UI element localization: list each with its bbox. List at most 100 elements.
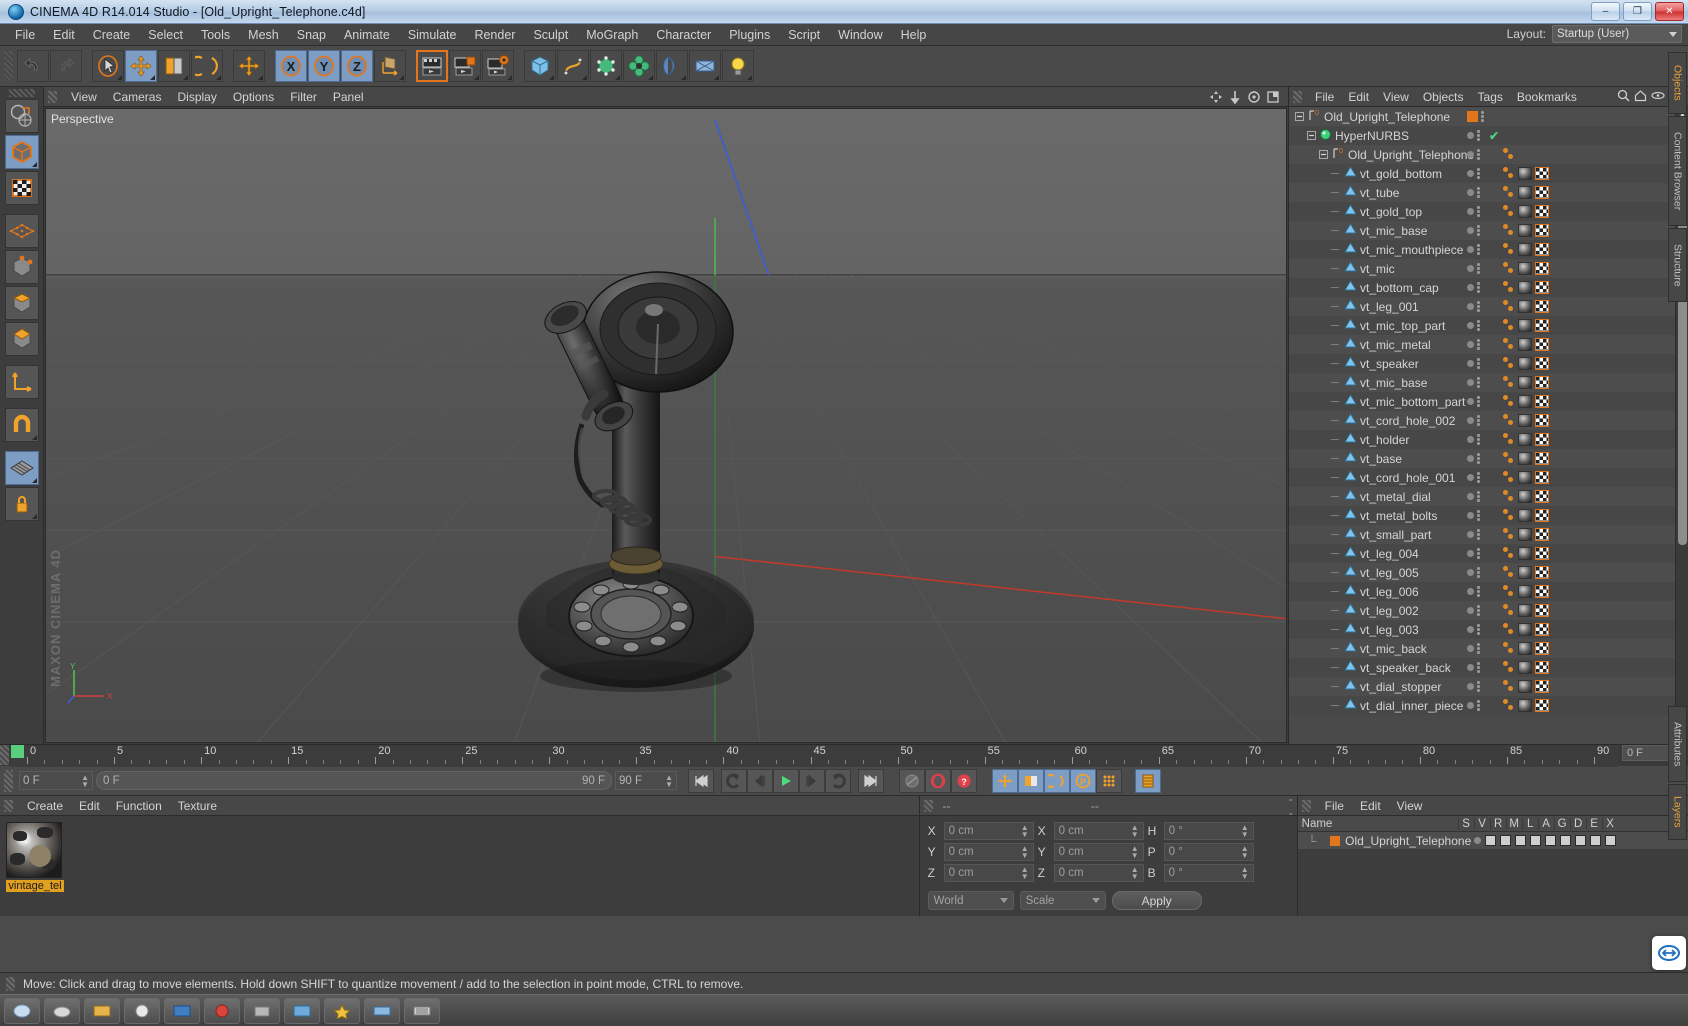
spinner-icon[interactable]: ▲ ▼ bbox=[1131, 845, 1139, 860]
om-menu-edit[interactable]: Edit bbox=[1341, 89, 1376, 105]
end-frame-field[interactable]: 90 F ▲ ▼ bbox=[615, 771, 677, 790]
visibility-dot[interactable] bbox=[1467, 379, 1474, 386]
layer-color-swatch[interactable] bbox=[1330, 835, 1341, 846]
material-tag-icon[interactable] bbox=[1518, 224, 1532, 237]
dot-menu-icon[interactable] bbox=[1477, 244, 1480, 255]
menu-file[interactable]: File bbox=[6, 26, 44, 44]
texture-tag-icon[interactable] bbox=[1535, 357, 1549, 370]
object-manager-row[interactable]: ─ vt_leg_004 bbox=[1289, 544, 1675, 563]
dot-menu-icon[interactable] bbox=[1477, 491, 1480, 502]
coord-field-size-z[interactable]: 0 cm ▲ ▼ bbox=[1053, 864, 1144, 882]
object-manager-row[interactable]: 0 Old_Upright_Telephone bbox=[1289, 145, 1675, 164]
object-manager-row[interactable]: ─ vt_dial_inner_piece bbox=[1289, 696, 1675, 715]
object-manager-row[interactable]: ─ vt_mic_metal bbox=[1289, 335, 1675, 354]
object-manager-row[interactable]: ─ vt_gold_top bbox=[1289, 202, 1675, 221]
menu-edit[interactable]: Edit bbox=[44, 26, 84, 44]
object-manager-tree[interactable]: 0 Old_Upright_Telephone HyperNURBS ✔ 0 Old_Up… bbox=[1289, 107, 1688, 744]
menu-animate[interactable]: Animate bbox=[335, 26, 399, 44]
rotate-view-icon[interactable] bbox=[1247, 90, 1261, 104]
object-tags[interactable] bbox=[1503, 262, 1549, 275]
material-tag-icon[interactable] bbox=[1518, 452, 1532, 465]
texture-tag-icon[interactable] bbox=[1535, 414, 1549, 427]
object-manager-row[interactable]: ─ vt_mic_top_part bbox=[1289, 316, 1675, 335]
texture-tag-icon[interactable] bbox=[1535, 604, 1549, 617]
viewport-menu-panel[interactable]: Panel bbox=[325, 89, 372, 105]
deformers-icon[interactable] bbox=[1574, 835, 1586, 846]
phong-tag-icon[interactable] bbox=[1503, 528, 1515, 541]
go-to-end-button[interactable] bbox=[858, 768, 884, 793]
om-menu-file[interactable]: File bbox=[1308, 89, 1341, 105]
taskbar-item-7[interactable] bbox=[244, 997, 280, 1024]
object-manager-row[interactable]: ─ vt_leg_005 bbox=[1289, 563, 1675, 582]
dot-menu-icon[interactable] bbox=[1477, 453, 1480, 464]
preview-range-slider[interactable]: 0 F 90 F bbox=[96, 771, 612, 790]
visibility-dots[interactable] bbox=[1467, 548, 1480, 559]
coord-field-size-y[interactable]: 0 cm ▲ ▼ bbox=[1053, 843, 1144, 861]
timeline-grip[interactable] bbox=[0, 745, 9, 765]
visibility-dots[interactable] bbox=[1467, 358, 1480, 369]
visibility-dots[interactable] bbox=[1467, 301, 1480, 312]
visibility-dots[interactable] bbox=[1467, 453, 1480, 464]
material-tag-icon[interactable] bbox=[1518, 433, 1532, 446]
animation-toolbar-grip[interactable] bbox=[4, 769, 13, 792]
mat-menu-create[interactable]: Create bbox=[19, 798, 71, 814]
object-tags[interactable] bbox=[1503, 224, 1549, 237]
visibility-dots[interactable] bbox=[1467, 168, 1480, 179]
object-tags[interactable] bbox=[1503, 452, 1549, 465]
texture-tag-icon[interactable] bbox=[1535, 566, 1549, 579]
dot-menu-icon[interactable] bbox=[1477, 187, 1480, 198]
dot-menu-icon[interactable] bbox=[1477, 662, 1480, 673]
layer-solo-dot[interactable] bbox=[1473, 837, 1481, 844]
current-frame-field[interactable]: 0 F ▲ ▼ bbox=[19, 771, 93, 790]
layers-col-e[interactable]: E bbox=[1585, 817, 1602, 830]
texture-tag-icon[interactable] bbox=[1535, 699, 1549, 712]
dot-menu-icon[interactable] bbox=[1477, 510, 1480, 521]
visibility-dots[interactable] bbox=[1467, 529, 1480, 540]
viewport-3d[interactable]: Perspective Y X MAXON CINEMA 4D bbox=[45, 108, 1287, 743]
expand-toggle-icon[interactable] bbox=[1307, 129, 1316, 143]
object-manager-row[interactable]: ─ vt_base bbox=[1289, 449, 1675, 468]
redo-button[interactable] bbox=[50, 50, 82, 82]
layers-col-x[interactable]: X bbox=[1601, 817, 1618, 830]
visibility-dots[interactable] bbox=[1467, 339, 1480, 350]
material-tag-icon[interactable] bbox=[1518, 471, 1532, 484]
visibility-dot[interactable] bbox=[1467, 664, 1474, 671]
phong-tag-icon[interactable] bbox=[1503, 585, 1515, 598]
texture-tag-icon[interactable] bbox=[1535, 452, 1549, 465]
texture-tag-icon[interactable] bbox=[1535, 585, 1549, 598]
om-menu-tags[interactable]: Tags bbox=[1471, 89, 1510, 105]
model-mode-button[interactable] bbox=[4, 135, 39, 169]
visibility-dot[interactable] bbox=[1467, 702, 1474, 709]
add-generator-button[interactable] bbox=[590, 50, 622, 82]
dot-menu-icon[interactable] bbox=[1477, 149, 1480, 160]
phong-tag-icon[interactable] bbox=[1503, 490, 1515, 503]
visibility-dot[interactable] bbox=[1467, 645, 1474, 652]
position-key-button[interactable] bbox=[992, 768, 1018, 793]
layers-menu-view[interactable]: View bbox=[1389, 798, 1431, 814]
layers-col-v[interactable]: V bbox=[1473, 817, 1490, 830]
phong-tag-icon[interactable] bbox=[1503, 509, 1515, 522]
visibility-dots[interactable] bbox=[1467, 149, 1480, 160]
texture-tag-icon[interactable] bbox=[1535, 680, 1549, 693]
object-tags[interactable] bbox=[1503, 414, 1549, 427]
phong-tag-icon[interactable] bbox=[1503, 243, 1515, 256]
taskbar-item-8[interactable] bbox=[284, 997, 320, 1024]
object-manager-row[interactable]: ─ vt_dial_stopper bbox=[1289, 677, 1675, 696]
visibility-dot[interactable] bbox=[1467, 208, 1474, 215]
visibility-dots[interactable] bbox=[1467, 567, 1480, 578]
spinner-icon[interactable]: ▲ ▼ bbox=[1021, 866, 1029, 881]
texture-tag-icon[interactable] bbox=[1535, 224, 1549, 237]
home-icon[interactable] bbox=[1634, 89, 1647, 105]
menu-mesh[interactable]: Mesh bbox=[239, 26, 288, 44]
play-backwards-loop-button[interactable] bbox=[721, 768, 747, 793]
spinner-icon[interactable]: ▲ ▼ bbox=[1241, 845, 1249, 860]
taskbar-item-11[interactable] bbox=[404, 997, 440, 1024]
visibility-dot[interactable] bbox=[1467, 170, 1474, 177]
layers-menu-edit[interactable]: Edit bbox=[1352, 798, 1389, 814]
phong-tag-icon[interactable] bbox=[1503, 338, 1515, 351]
object-tags[interactable] bbox=[1503, 585, 1549, 598]
add-light-button[interactable] bbox=[722, 50, 754, 82]
visibility-dots[interactable] bbox=[1467, 605, 1480, 616]
x-axis-lock-button[interactable]: X bbox=[275, 50, 307, 82]
dot-menu-icon[interactable] bbox=[1477, 282, 1480, 293]
